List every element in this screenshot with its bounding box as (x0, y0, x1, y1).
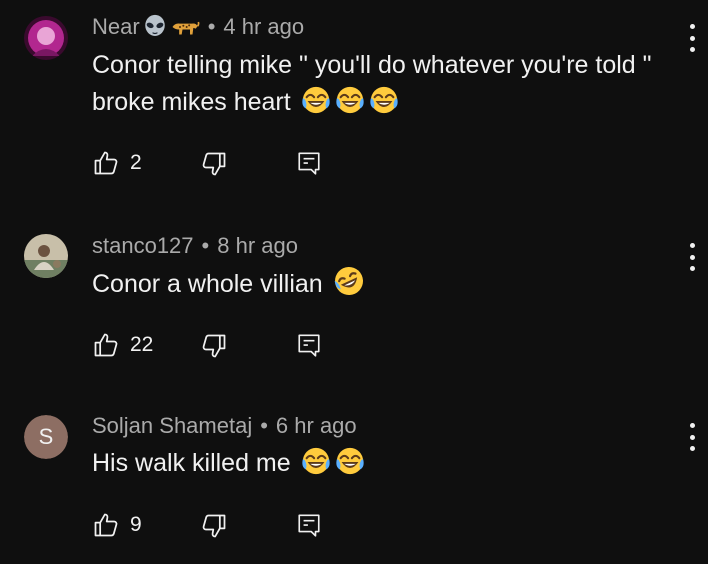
face-with-tears-of-joy-icon (335, 446, 365, 476)
comment-text-content: Conor a whole villian (92, 270, 323, 298)
avatar[interactable] (24, 16, 68, 60)
avatar[interactable] (24, 234, 68, 278)
comment-actions: 9 (92, 510, 164, 540)
comment-text: Conor telling mike " you'll do whatever … (92, 47, 672, 121)
timestamp[interactable]: 4 hr ago (223, 14, 304, 40)
leopard-icon (170, 16, 200, 38)
separator-dot: • (201, 233, 210, 258)
more-vertical-icon (689, 243, 695, 248)
more-dot (689, 266, 695, 271)
more-options-button[interactable] (684, 243, 700, 271)
reply-comment-icon (296, 332, 322, 358)
face-with-tears-of-joy-icon (335, 85, 365, 115)
comment-actions: 22 (92, 330, 164, 360)
reply-button[interactable] (296, 332, 322, 363)
thumbs-up-icon (92, 331, 120, 359)
thumbs-down-icon (200, 512, 228, 540)
timestamp[interactable]: 8 hr ago (217, 233, 298, 259)
comment-meta: Near • 4 hr ago (92, 14, 304, 40)
reply-button[interactable] (296, 150, 322, 181)
more-options-button[interactable] (684, 423, 700, 451)
comment-text-content: His walk killed me (92, 449, 291, 477)
comment-text: His walk killed me (92, 445, 672, 482)
alien-icon (142, 14, 168, 40)
thumbs-down-icon (200, 150, 228, 178)
dislike-button[interactable] (200, 150, 228, 183)
timestamp[interactable]: 6 hr ago (276, 413, 357, 439)
face-with-tears-of-joy-icon (301, 446, 331, 476)
avatar-letter: S (24, 415, 68, 459)
like-button[interactable]: 9 (92, 511, 164, 539)
more-dot (689, 446, 695, 451)
reply-comment-icon (296, 512, 322, 538)
avatar[interactable]: S (24, 415, 68, 459)
reply-comment-icon (296, 150, 322, 176)
like-count: 22 (130, 333, 154, 356)
thumbs-up-icon (92, 149, 120, 177)
author-name[interactable]: Soljan Shametaj (92, 413, 252, 439)
author-name[interactable]: Near (92, 14, 140, 40)
like-count: 9 (130, 513, 142, 536)
like-button[interactable]: 2 (92, 149, 164, 177)
dislike-button[interactable] (200, 512, 228, 545)
comment-meta: stanco127 • 8 hr ago (92, 233, 298, 259)
more-vertical-icon (689, 423, 695, 428)
more-vertical-icon (689, 24, 695, 29)
more-dot (689, 47, 695, 52)
like-button[interactable]: 22 (92, 331, 164, 359)
comment-actions: 2 (92, 148, 164, 178)
more-dot (689, 35, 695, 41)
face-with-tears-of-joy-icon (369, 85, 399, 115)
separator-dot: • (260, 413, 268, 438)
separator-dot: • (207, 14, 216, 39)
more-options-button[interactable] (684, 24, 700, 52)
thumbs-up-icon (92, 511, 120, 539)
more-dot (689, 434, 695, 440)
comment-meta: Soljan Shametaj • 6 hr ago (92, 413, 357, 439)
dislike-button[interactable] (200, 332, 228, 365)
author-name[interactable]: stanco127 (92, 233, 194, 259)
comment-text: Conor a whole villian (92, 265, 672, 303)
rolling-on-the-floor-laughing-icon (333, 265, 365, 297)
reply-button[interactable] (296, 512, 322, 543)
thumbs-down-icon (200, 332, 228, 360)
like-count: 2 (130, 151, 142, 174)
face-with-tears-of-joy-icon (301, 85, 331, 115)
more-dot (689, 254, 695, 260)
